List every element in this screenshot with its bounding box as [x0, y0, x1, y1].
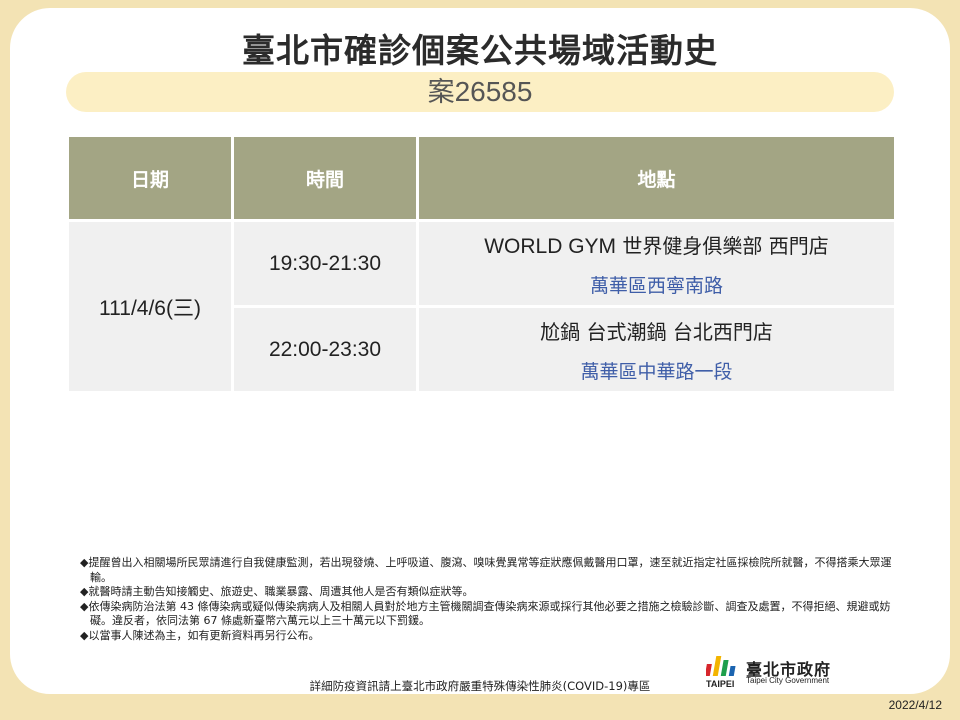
- place-address: 萬華區西寧南路: [589, 274, 723, 297]
- footer-info: 詳細防疫資訊請上臺北市政府嚴重特殊傳染性肺炎(COVID-19)專區: [309, 679, 651, 693]
- taipei-city-logo-icon: [706, 656, 736, 676]
- table-row: 111/4/6(三) 19:30-21:30 WORLD GYM 世界健身俱樂部…: [69, 222, 894, 394]
- place-name: 尬鍋 台式潮鍋 台北西門店: [420, 316, 893, 345]
- case-number-bar: 案26585: [66, 72, 894, 112]
- activity-table: 日期 時間 地點 111/4/6(三) 19:30-21:30 WORLD GY…: [66, 137, 897, 394]
- table-header-row: 日期 時間 地點: [69, 137, 894, 222]
- page-title: 臺北市確診個案公共場域活動史: [242, 31, 718, 70]
- place-cell: 尬鍋 台式潮鍋 台北西門店 萬華區中華路一段: [419, 308, 894, 394]
- note-item: ◆依傳染病防治法第 43 條傳染病或疑似傳染病病人及相關人員對於地方主管機關調查…: [80, 599, 891, 628]
- note-item: ◆以當事人陳述為主，如有更新資料再另行公布。: [80, 628, 320, 642]
- place-name-text: 尬鍋 台式潮鍋 台北西門店: [540, 319, 773, 344]
- header-place: 地點: [419, 137, 894, 222]
- place-cell: WORLD GYM 世界健身俱樂部 西門店 萬華區西寧南路: [419, 222, 894, 308]
- note-item: ◆就醫時請主動告知接觸史、旅遊史、職業暴露、周遭其他人是否有類似症狀等。: [80, 585, 474, 598]
- place-name-latin: WORLD GYM: [484, 234, 617, 258]
- header-time: 時間: [234, 137, 416, 222]
- note-item: ◆提醒曾出入相關場所民眾請進行自我健康監測，若出現發燒、上呼吸道、腹瀉、嗅味覺異…: [80, 556, 892, 584]
- time-cell: 19:30-21:30: [234, 222, 416, 308]
- publish-date: 2022/4/12: [888, 698, 942, 712]
- date-cell: 111/4/6(三): [69, 222, 231, 394]
- case-prefix: 案: [427, 77, 455, 108]
- header-date: 日期: [69, 137, 231, 222]
- place-address: 萬華區中華路一段: [580, 360, 733, 383]
- case-number: 26585: [454, 76, 533, 107]
- place-name-text: 世界健身俱樂部 西門店: [616, 233, 829, 258]
- notes-section: ◆提醒曾出入相關場所民眾請進行自我健康監測，若出現發燒、上呼吸道、腹瀉、嗅味覺異…: [80, 556, 900, 643]
- time-cell: 22:00-23:30: [234, 308, 416, 394]
- place-name: WORLD GYM 世界健身俱樂部 西門店: [420, 230, 893, 259]
